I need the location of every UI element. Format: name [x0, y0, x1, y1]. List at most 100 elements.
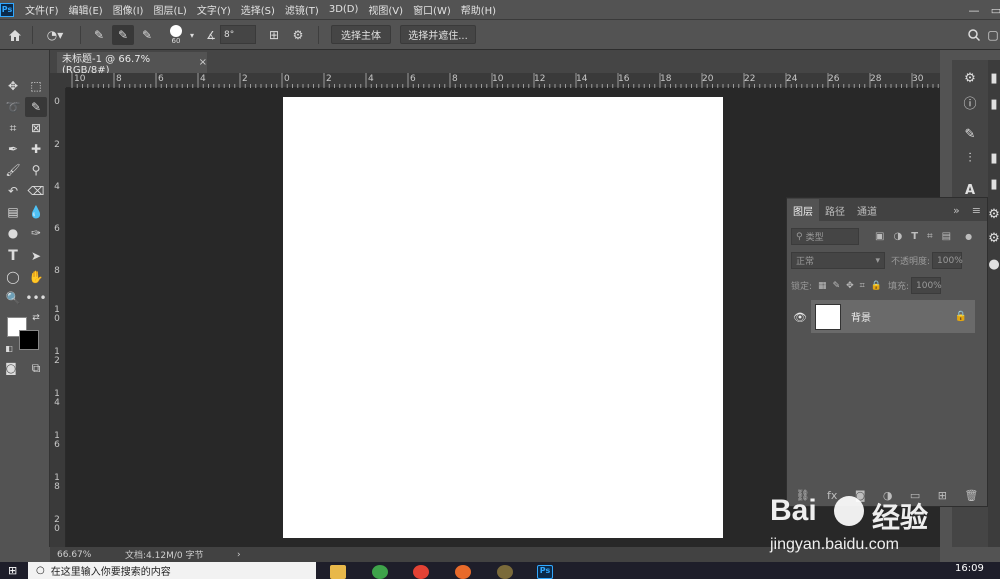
- menu-select[interactable]: 选择(S): [236, 2, 280, 17]
- tab-paths[interactable]: 路径: [819, 199, 851, 221]
- tab-channels[interactable]: 通道: [851, 199, 883, 221]
- minimize-button[interactable]: —: [962, 0, 986, 20]
- layer-row[interactable]: 背景 🔒: [811, 300, 975, 333]
- eyedropper-tool-icon[interactable]: ✒: [2, 139, 24, 159]
- panel-icon[interactable]: ▮: [984, 174, 1000, 194]
- vertical-ruler[interactable]: 0 2 4 6 8 10 12 14 16 18 20: [50, 88, 66, 547]
- adjustments-icon[interactable]: ⫶: [960, 148, 980, 168]
- panel-icon[interactable]: ▮: [984, 68, 1000, 88]
- quick-selection-tool-icon[interactable]: ✎: [25, 97, 47, 117]
- blend-mode-select[interactable]: 正常 ▾: [791, 252, 885, 269]
- menu-edit[interactable]: 编辑(E): [64, 2, 108, 17]
- smart-object-filter-icon[interactable]: ▤: [942, 231, 951, 242]
- angle-input[interactable]: 8°: [220, 25, 256, 44]
- background-color-swatch[interactable]: [19, 330, 39, 350]
- marquee-tool-icon[interactable]: ⬚: [25, 76, 47, 96]
- tab-layers[interactable]: 图层: [787, 199, 819, 221]
- select-and-mask-button[interactable]: 选择并遮住...: [400, 25, 476, 44]
- blur-tool-icon[interactable]: 💧: [25, 202, 47, 222]
- panel-menu-icon[interactable]: ≡: [966, 199, 987, 221]
- menu-help[interactable]: 帮助(H): [456, 2, 501, 17]
- home-icon[interactable]: [4, 25, 26, 45]
- path-selection-tool-icon[interactable]: ➤: [25, 246, 47, 266]
- brush-tool-icon[interactable]: 🖌: [2, 160, 24, 180]
- horizontal-ruler[interactable]: 10 8 6 4 2 0 2 4 6 8 10 12 14 16 18 20 2…: [66, 73, 940, 88]
- chrome-icon[interactable]: [413, 565, 429, 579]
- menu-3d[interactable]: 3D(D): [324, 4, 364, 15]
- zoom-level[interactable]: 66.67%: [57, 550, 115, 560]
- search-icon[interactable]: [964, 25, 984, 45]
- opacity-input[interactable]: 100%: [932, 252, 963, 269]
- tool-preset-icon[interactable]: ◔▾: [38, 25, 72, 45]
- windows-start-icon[interactable]: ⊞: [8, 564, 22, 578]
- shape-filter-icon[interactable]: ⌗: [927, 231, 933, 242]
- lock-icon[interactable]: 🔒: [955, 311, 967, 322]
- lock-pixels-icon[interactable]: ✎: [833, 281, 841, 291]
- menu-filter[interactable]: 滤镜(T): [280, 2, 324, 17]
- screen-mode-icon[interactable]: ⧉: [25, 358, 47, 378]
- swap-colors-icon[interactable]: ⇄: [29, 312, 43, 324]
- panel-icon[interactable]: ▮: [984, 94, 1000, 114]
- fill-input[interactable]: 100%: [911, 277, 942, 294]
- select-subject-button[interactable]: 选择主体: [331, 25, 391, 44]
- lock-artboard-icon[interactable]: ⌗: [860, 281, 865, 291]
- lock-transparent-icon[interactable]: ▦: [818, 281, 827, 291]
- maximize-button[interactable]: ▭: [984, 0, 1000, 20]
- stamp-tool-icon[interactable]: ⚲: [25, 160, 47, 180]
- eraser-tool-icon[interactable]: ⌫: [25, 181, 47, 201]
- app-icon[interactable]: [497, 565, 513, 579]
- menu-image[interactable]: 图像(I): [108, 2, 149, 17]
- move-tool-icon[interactable]: ✥: [2, 76, 24, 96]
- healing-brush-tool-icon[interactable]: ✚: [25, 139, 47, 159]
- menu-view[interactable]: 视图(V): [363, 2, 408, 17]
- document-tab[interactable]: 未标题-1 @ 66.7%(RGB/8#) ×: [57, 52, 207, 76]
- close-icon[interactable]: ×: [199, 57, 207, 68]
- type-filter-icon[interactable]: T: [911, 231, 918, 242]
- brush-settings-icon[interactable]: ✎: [960, 124, 980, 144]
- lasso-tool-icon[interactable]: ➰: [2, 97, 24, 117]
- photoshop-taskbar-icon[interactable]: Ps: [537, 565, 553, 579]
- ellipse-tool-icon[interactable]: ◯: [2, 267, 24, 287]
- history-brush-tool-icon[interactable]: ↶: [2, 181, 24, 201]
- collapse-icon[interactable]: »: [947, 199, 966, 221]
- eye-icon[interactable]: 👁: [793, 311, 807, 324]
- gradient-tool-icon[interactable]: ▤: [2, 202, 24, 222]
- layer-filter-select[interactable]: ⚲ 类型: [791, 228, 859, 245]
- more-tools-icon[interactable]: •••: [25, 288, 47, 308]
- subtract-selection-icon[interactable]: ✎: [136, 25, 158, 45]
- chevron-down-icon[interactable]: ▾: [187, 25, 197, 45]
- lock-position-icon[interactable]: ✥: [846, 281, 854, 291]
- firefox-icon[interactable]: [455, 565, 471, 579]
- brush-size-picker[interactable]: 60: [166, 23, 186, 47]
- menu-window[interactable]: 窗口(W): [408, 2, 456, 17]
- menu-type[interactable]: 文字(Y): [192, 2, 236, 17]
- libraries-icon[interactable]: ⚙: [960, 68, 980, 88]
- zoom-tool-icon[interactable]: 🔍: [2, 288, 24, 308]
- type-tool-icon[interactable]: T: [2, 246, 24, 266]
- sample-all-layers-icon[interactable]: ⊞: [264, 25, 284, 45]
- menu-file[interactable]: 文件(F): [20, 2, 64, 17]
- pen-tool-icon[interactable]: ✑: [25, 223, 47, 243]
- workspace-icon[interactable]: ▢: [986, 25, 1000, 45]
- file-explorer-icon[interactable]: [330, 565, 346, 579]
- add-selection-icon[interactable]: ✎: [112, 25, 134, 45]
- new-selection-icon[interactable]: ✎: [88, 25, 110, 45]
- filter-toggle-icon[interactable]: ●: [965, 232, 972, 241]
- adjustment-filter-icon[interactable]: ◑: [893, 231, 902, 242]
- lock-all-icon[interactable]: 🔒: [871, 281, 882, 291]
- crop-tool-icon[interactable]: ⌗: [2, 118, 24, 138]
- dodge-tool-icon[interactable]: ●: [2, 223, 24, 243]
- taskbar-search[interactable]: ○ 在这里输入你要搜索的内容: [28, 562, 316, 579]
- status-menu-icon[interactable]: ›: [237, 550, 241, 560]
- panel-icon[interactable]: ▮: [984, 148, 1000, 168]
- document-canvas[interactable]: [283, 97, 723, 538]
- info-icon[interactable]: ⓘ: [960, 92, 980, 112]
- default-colors-icon[interactable]: ◧: [3, 342, 15, 354]
- auto-enhance-icon[interactable]: ⚙: [288, 25, 308, 45]
- frame-tool-icon[interactable]: ⊠: [25, 118, 47, 138]
- app-icon[interactable]: [372, 565, 388, 579]
- quick-mask-icon[interactable]: ◙: [0, 358, 22, 378]
- menu-layer[interactable]: 图层(L): [148, 2, 191, 17]
- pixel-filter-icon[interactable]: ▣: [875, 231, 884, 242]
- hand-tool-icon[interactable]: ✋: [25, 267, 47, 287]
